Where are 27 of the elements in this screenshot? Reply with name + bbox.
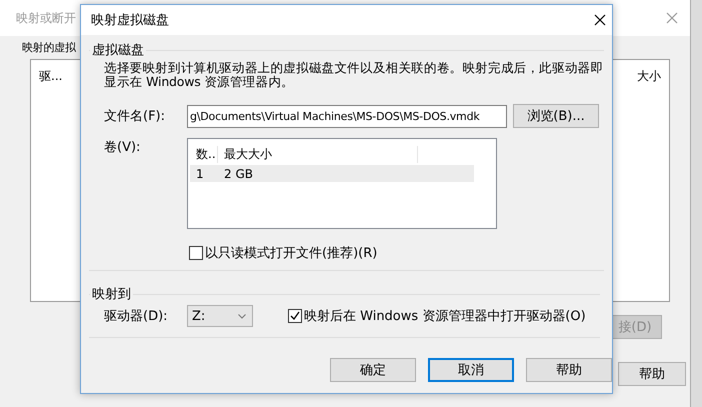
checkbox[interactable]: 映射后在 Windows 资源管理器中打开驱动器(O) — [288, 307, 586, 325]
chevron-down-icon — [238, 314, 246, 318]
description: 选择要映射到计算机驱动器上的虚拟磁盘文件以及相关联的卷。映射完成后，此驱动器即显示在 Windows 资源管理器内。 — [104, 61, 604, 89]
column-header: 最大大小 — [218, 146, 418, 162]
dialog-button[interactable]: 确定 — [330, 358, 416, 382]
column-header: 大小 — [637, 68, 661, 84]
group-label: 映射到 — [91, 286, 132, 303]
column-header: 数.. — [190, 146, 218, 162]
dialog-title: 映射虚拟磁盘 — [91, 12, 169, 29]
volume-row[interactable]: 1 2 GB — [190, 165, 474, 182]
group-label: 映射的虚拟 — [22, 40, 76, 55]
browse-button[interactable]: 浏览(B)... — [513, 104, 599, 128]
dialog-button[interactable]: 取消 — [428, 358, 514, 382]
window-button[interactable]: 帮助 — [618, 362, 686, 386]
checkbox[interactable]: 以只读模式打开文件(推荐)(R) — [189, 244, 378, 262]
volume-list[interactable]: 数.. 最大大小 1 2 GB — [187, 138, 497, 229]
field-label: 驱动器(D): — [104, 308, 169, 325]
close-icon[interactable] — [594, 14, 606, 26]
file-name-field[interactable]: g\Documents\Virtual Machines\MS-DOS\MS-DOS.vmdk — [187, 104, 507, 128]
field-label: 卷(V): — [104, 139, 142, 156]
drive-dropdown[interactable]: Z: — [187, 305, 253, 327]
group-label: 虚拟磁盘 — [91, 42, 145, 59]
window-title: 映射或断开 — [16, 10, 76, 26]
dialog-button[interactable]: 帮助 — [526, 358, 612, 382]
column-header: 驱... — [39, 68, 62, 84]
check-icon — [289, 310, 301, 322]
field-label: 文件名(F): — [104, 108, 166, 125]
